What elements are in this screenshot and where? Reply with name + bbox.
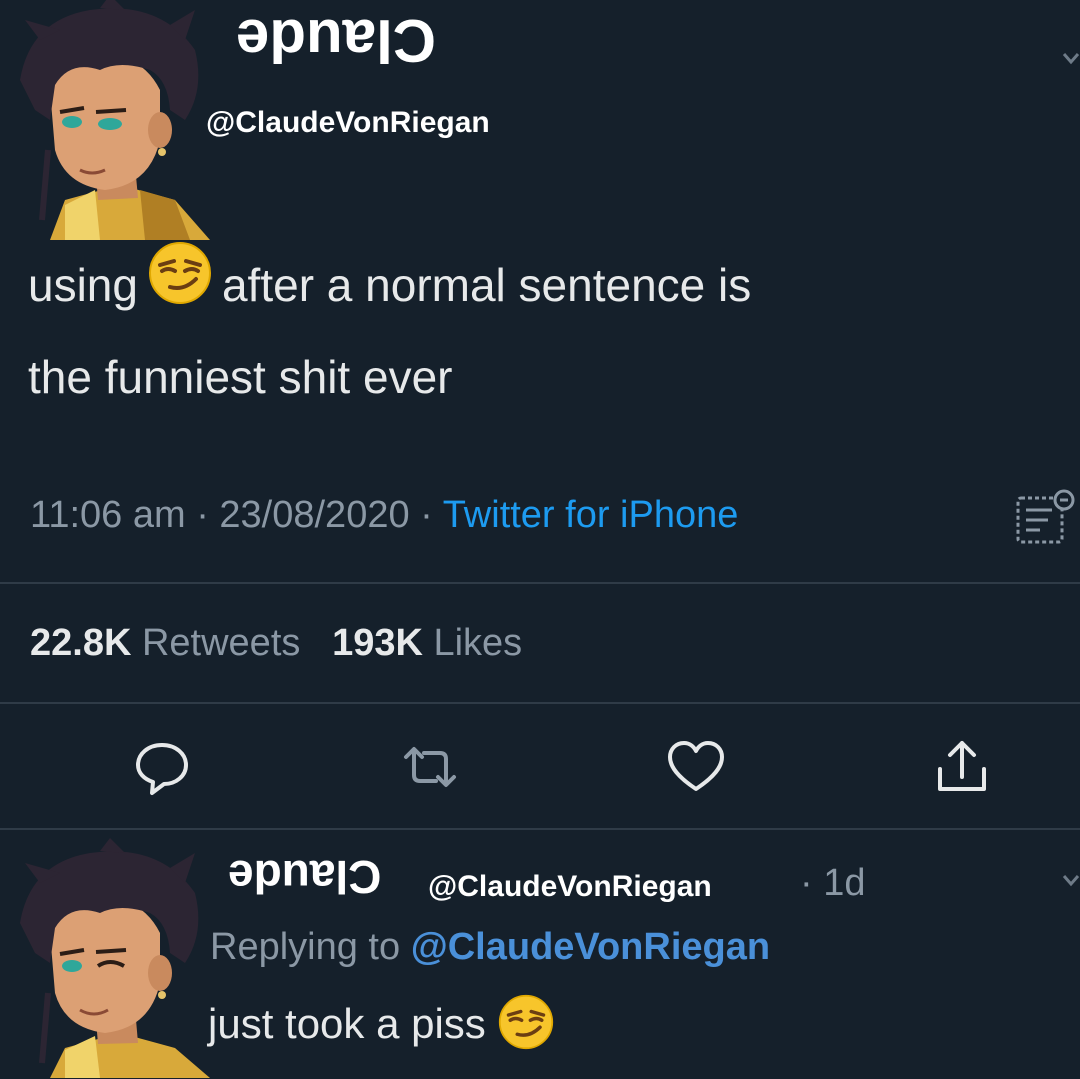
tweet-text: using after a normal sentence is — [28, 238, 751, 336]
tweet-time[interactable]: 11:06 am — [30, 494, 186, 536]
divider — [0, 828, 1080, 830]
tweet-text-part1: using — [28, 259, 138, 311]
tweet-text-part2: after a normal sentence is — [221, 259, 752, 311]
reply-age[interactable]: · 1d — [800, 862, 865, 905]
reply-user-handle[interactable]: @ClaudeVonRiegan — [428, 870, 712, 904]
retweet-icon — [404, 747, 456, 787]
retweet-button[interactable] — [398, 735, 462, 799]
like-button[interactable] — [664, 735, 728, 799]
retweets-label: Retweets — [141, 622, 301, 664]
replying-to-mention[interactable]: @ClaudeVonRiegan — [411, 926, 770, 968]
likes-label: Likes — [433, 622, 523, 664]
smirking-face-emoji — [148, 241, 212, 336]
reply-display-name[interactable]: Claude — [228, 850, 381, 904]
chevron-down-icon[interactable] — [1062, 48, 1080, 75]
replying-to: Replying to @ClaudeVonRiegan — [210, 926, 770, 969]
reply-avatar[interactable] — [10, 838, 210, 1078]
divider — [0, 582, 1080, 584]
tweet-date[interactable]: 23/08/2020 — [219, 494, 409, 536]
avatar[interactable] — [10, 0, 210, 240]
share-button[interactable] — [930, 735, 994, 799]
tweet-stats: 22.8K Retweets 193K Likes — [30, 622, 522, 665]
divider — [0, 702, 1080, 704]
likes-count: 193K — [332, 622, 423, 664]
heart-icon — [668, 741, 724, 791]
smirking-face-emoji — [498, 994, 554, 1060]
meta-separator: · — [196, 494, 209, 536]
display-name[interactable]: Claude — [236, 6, 436, 75]
tweet-source-link[interactable]: Twitter for iPhone — [443, 494, 739, 536]
replying-to-label: Replying to — [210, 926, 401, 968]
reply-text: just took a piss — [208, 994, 554, 1060]
reply-button[interactable] — [130, 735, 194, 799]
speech-bubble-icon — [136, 743, 188, 795]
tweet-meta: 11:06 am · 23/08/2020 · Twitter for iPho… — [30, 494, 738, 537]
retweets-count: 22.8K — [30, 622, 132, 664]
likes-stat[interactable]: 193K Likes — [332, 622, 522, 664]
user-handle[interactable]: @ClaudeVonRiegan — [206, 106, 490, 140]
reply-text-content: just took a piss — [208, 1000, 486, 1048]
reply-chevron-down-icon[interactable] — [1062, 870, 1080, 897]
share-icon — [938, 741, 986, 791]
meta-separator: · — [420, 494, 433, 536]
retweets-stat[interactable]: 22.8K Retweets — [30, 622, 300, 664]
tweet-text-line2: the funniest shit ever — [28, 351, 453, 403]
analytics-icon[interactable] — [1014, 488, 1076, 553]
